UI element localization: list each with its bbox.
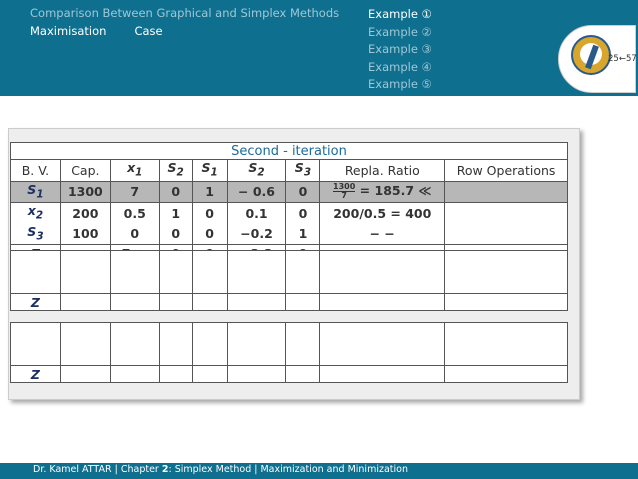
- cell-ratio: − −: [319, 223, 446, 245]
- cell-s1: 0: [191, 223, 228, 245]
- table-row-z: Z: [10, 293, 568, 311]
- footer-text: Dr. Kamel ATTAR | Chapter 2: Simplex Met…: [33, 464, 408, 475]
- cell-s2: 1: [158, 202, 193, 224]
- cell-s1: 1: [191, 180, 228, 203]
- table-row: S3 100 0 0 0 −0.2 1 − −: [10, 223, 568, 245]
- footer-chapter[interactable]: : Simplex Method | Maximization and Mini…: [168, 464, 408, 475]
- table-row: [10, 265, 568, 279]
- nav-example-4[interactable]: Example ④: [368, 59, 432, 77]
- table-row-pivot: S1 1300 7 0 1 − 0.6 0 1300 7 = 185.7 ≪: [10, 180, 568, 203]
- bv-s1: S1: [10, 180, 61, 203]
- table-row: x2 200 0.5 1 0 0.1 0 200/0.5 = 400: [10, 202, 568, 224]
- cell-s3: 0: [285, 202, 321, 224]
- slide-footer: Dr. Kamel ATTAR | Chapter 2: Simplex Met…: [0, 463, 638, 479]
- nav-example-2[interactable]: Example ②: [368, 24, 432, 42]
- logo-emblem-icon: [571, 35, 611, 75]
- col-header-s3: S3: [285, 159, 321, 182]
- empty-simplex-table-2: Z: [10, 322, 568, 383]
- table-row: [10, 322, 568, 337]
- col-header-bv: B. V.: [10, 159, 61, 182]
- cell-cap: 100: [59, 223, 111, 245]
- table-row: [10, 279, 568, 294]
- table-header-row: B. V. Cap. x1 S2 S1 S2 S3 Repla. Ratio R…: [10, 159, 568, 182]
- subsection-left: Maximisation: [30, 24, 107, 38]
- bv-z: Z: [10, 365, 61, 383]
- cell-x1: 0.5: [109, 202, 160, 224]
- cell-x1: 0: [109, 223, 160, 245]
- example-nav: Example ① Example ② Example ③ Example ④ …: [368, 6, 432, 94]
- cell-s1: 0: [191, 202, 228, 224]
- section-title[interactable]: Comparison Between Graphical and Simplex…: [30, 6, 339, 20]
- col-header-s1: S1: [191, 159, 228, 182]
- bv-s3: S3: [10, 223, 61, 245]
- table-row: [10, 250, 568, 265]
- cell-s2: 0: [158, 223, 193, 245]
- nav-example-5[interactable]: Example ⑤: [368, 76, 432, 94]
- col-header-ops: Row Operations: [444, 159, 568, 182]
- cell-cap: 200: [59, 202, 111, 224]
- table-row-z: Z: [10, 365, 568, 383]
- nav-example-1[interactable]: Example ①: [368, 6, 432, 24]
- cell-s3: 1: [285, 223, 321, 245]
- simplex-table-second-iteration: Second - iteration B. V. Cap. x1 S2 S1 S…: [10, 142, 568, 262]
- col-header-x1: x1: [109, 159, 160, 182]
- footer-author[interactable]: Dr. Kamel ATTAR: [33, 464, 112, 475]
- page-counter[interactable]: 25←57: [608, 54, 637, 64]
- cell-ops: [444, 202, 568, 224]
- empty-simplex-table-1: Z: [10, 250, 568, 311]
- cell-s3: 0: [285, 180, 321, 203]
- col-header-s2: S2: [158, 159, 193, 182]
- cell-x1: 7: [109, 180, 160, 203]
- cell-s2b: −0.2: [226, 223, 287, 245]
- cell-cap: 1300: [59, 180, 111, 203]
- nav-example-3[interactable]: Example ③: [368, 41, 432, 59]
- cell-ops: [444, 180, 568, 203]
- col-header-ratio: Repla. Ratio: [319, 159, 446, 182]
- table-title: Second - iteration: [10, 142, 568, 160]
- table-row: [10, 351, 568, 366]
- cell-ratio: 200/0.5 = 400: [319, 202, 446, 224]
- ratio-fraction: 1300 7: [333, 182, 356, 201]
- bv-z: Z: [10, 293, 61, 311]
- bv-x2: x2: [10, 202, 61, 224]
- table-row: [10, 337, 568, 351]
- cell-ops: [444, 223, 568, 245]
- cell-ratio: 1300 7 = 185.7 ≪: [319, 180, 446, 203]
- subsection-title[interactable]: Maximisation Case: [30, 24, 163, 38]
- col-header-s2b: S2: [226, 159, 287, 182]
- slide-header: Comparison Between Graphical and Simplex…: [0, 0, 638, 96]
- cell-s2: 0: [158, 180, 193, 203]
- cell-s2b: − 0.6: [226, 180, 287, 203]
- subsection-right: Case: [134, 24, 163, 38]
- cell-s2b: 0.1: [226, 202, 287, 224]
- col-header-cap: Cap.: [59, 159, 111, 182]
